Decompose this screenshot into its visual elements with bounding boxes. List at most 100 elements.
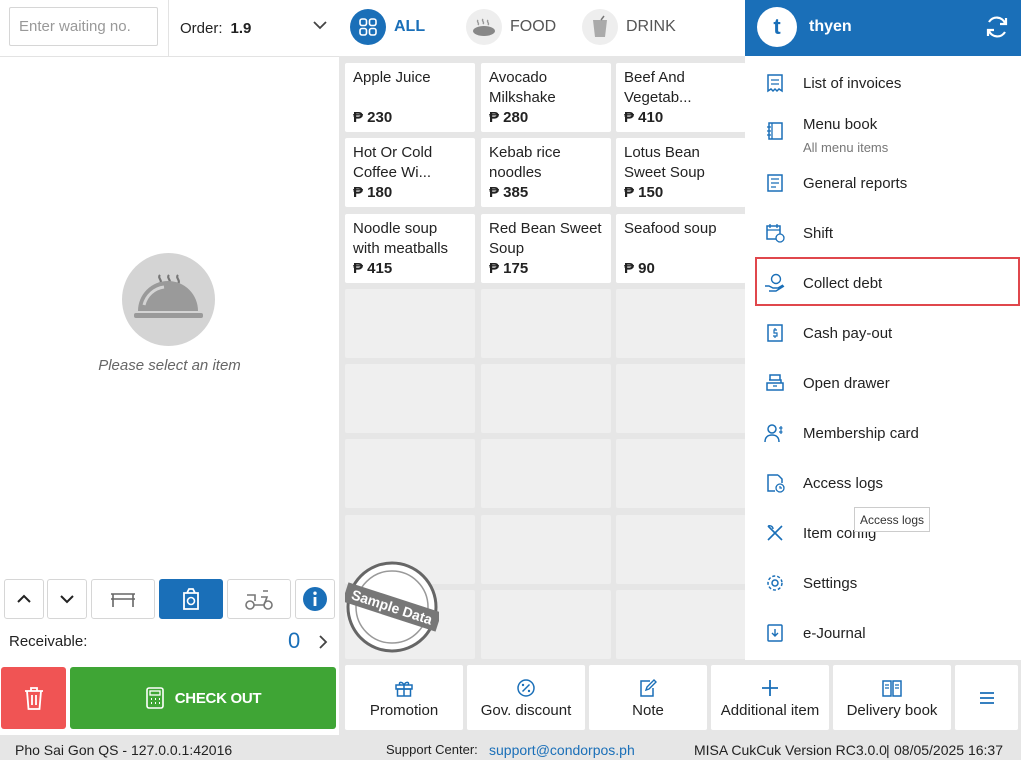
- menu-item-tile[interactable]: Avocado Milkshake ₱ 280: [481, 63, 611, 132]
- chevron-up-icon: [17, 594, 31, 603]
- more-menu-button[interactable]: [955, 665, 1018, 730]
- chevron-right-icon[interactable]: [316, 633, 330, 651]
- divider: [0, 56, 339, 57]
- checkout-button[interactable]: CHECK OUT: [70, 667, 336, 729]
- item-name: Noodle soup with meatballs: [353, 220, 449, 257]
- empty-item-slot: [616, 515, 746, 584]
- take-away-button[interactable]: [159, 579, 223, 619]
- item-name: Hot Or Cold Coffee Wi...: [353, 144, 433, 181]
- gov-discount-button[interactable]: Gov. discount: [467, 665, 585, 730]
- tooltip: Access logs: [854, 507, 931, 532]
- menu-item-tile[interactable]: Seafood soup ₱ 90: [616, 214, 746, 283]
- menu-item-tile[interactable]: Hot Or Cold Coffee Wi... ₱ 180: [345, 138, 475, 207]
- food-icon: [466, 9, 502, 45]
- note-button[interactable]: Note: [589, 665, 707, 730]
- menu-item-label: Cash pay-out: [803, 324, 893, 342]
- empty-item-slot: [345, 364, 475, 433]
- dish-cover-icon: [122, 253, 215, 346]
- utensils-icon: [764, 522, 786, 544]
- category-drink[interactable]: DRINK: [582, 9, 676, 45]
- store-info: Pho Sai Gon QS - 127.0.0.1:42016: [15, 742, 233, 758]
- menu-item-open-drawer[interactable]: Open drawer: [745, 372, 1021, 394]
- item-price: ₱ 175: [489, 259, 529, 277]
- calculator-icon: [145, 687, 164, 709]
- menu-item-shift[interactable]: Shift: [745, 222, 1021, 244]
- avatar[interactable]: t: [757, 7, 797, 47]
- menu-item-access-logs[interactable]: Access logs: [745, 472, 1021, 494]
- item-name: Lotus Bean Sweet Soup: [624, 144, 705, 181]
- order-number: 1.9: [230, 19, 252, 37]
- item-price: ₱ 90: [624, 259, 655, 277]
- scroll-down-button[interactable]: [47, 579, 87, 619]
- dine-in-button[interactable]: [91, 579, 155, 619]
- menu-item-menu-book[interactable]: Menu book All menu items: [745, 114, 1021, 158]
- order-selector[interactable]: Order: 1.9: [168, 0, 339, 56]
- menu-item-general-reports[interactable]: General reports: [745, 172, 1021, 194]
- trash-icon: [24, 687, 43, 710]
- item-name: Red Bean Sweet Soup: [489, 220, 602, 257]
- empty-item-slot: [481, 590, 611, 659]
- drink-icon: [582, 9, 618, 45]
- category-food[interactable]: FOOD: [466, 9, 556, 45]
- user-name: thyen: [809, 18, 852, 35]
- book-icon: [882, 679, 902, 697]
- version-info: MISA CukCuk Version RC3.0.0: [694, 742, 887, 758]
- status-bar: Pho Sai Gon QS - 127.0.0.1:42016 Support…: [0, 735, 1021, 760]
- menu-item-settings[interactable]: Settings: [745, 572, 1021, 594]
- support-label: Support Center:: [386, 742, 478, 757]
- item-price: ₱ 385: [489, 183, 529, 201]
- delete-order-button[interactable]: [1, 667, 66, 729]
- delivery-book-button[interactable]: Delivery book: [833, 665, 951, 730]
- journal-icon: [764, 622, 786, 644]
- empty-item-slot: [481, 289, 611, 358]
- info-icon: [303, 587, 327, 611]
- menu-item-tile[interactable]: Noodle soup with meatballs ₱ 415: [345, 214, 475, 283]
- category-label: DRINK: [626, 18, 676, 35]
- empty-item-slot: [481, 364, 611, 433]
- drawer-icon: [764, 372, 786, 394]
- member-icon: [764, 422, 786, 444]
- item-price: ₱ 410: [624, 108, 664, 126]
- menu-item-label: General reports: [803, 174, 908, 192]
- item-price: ₱ 180: [353, 183, 393, 201]
- scroll-up-button[interactable]: [4, 579, 44, 619]
- menu-item-tile[interactable]: Red Bean Sweet Soup ₱ 175: [481, 214, 611, 283]
- chevron-down-icon: [313, 21, 327, 30]
- menu-item-label: Settings: [803, 574, 858, 592]
- menu-item-invoices[interactable]: List of invoices: [745, 72, 1021, 94]
- gov-discount-label: Gov. discount: [480, 701, 572, 719]
- item-name: Apple Juice: [353, 69, 431, 86]
- additional-item-button[interactable]: Additional item: [711, 665, 829, 730]
- plus-icon: [762, 679, 778, 696]
- item-price: ₱ 280: [489, 108, 529, 126]
- empty-item-slot: [616, 364, 746, 433]
- refresh-icon[interactable]: [984, 14, 1010, 40]
- menu-item-label: List of invoices: [803, 74, 902, 92]
- menu-item-tile[interactable]: Kebab rice noodles ₱ 385: [481, 138, 611, 207]
- waiting-number-input[interactable]: [9, 7, 158, 46]
- highlight-box: [755, 257, 1020, 306]
- menu-item-label: e-Journal: [803, 624, 866, 642]
- menu-item-tile[interactable]: Apple Juice ₱ 230: [345, 63, 475, 132]
- grid-icon: [350, 9, 386, 45]
- menu-item-label: Menu book: [803, 116, 878, 133]
- gift-icon: [395, 681, 413, 697]
- support-email-link[interactable]: support@condorpos.ph: [489, 742, 635, 758]
- receivable-label: Receivable:: [9, 633, 88, 650]
- promotion-button[interactable]: Promotion: [345, 665, 463, 730]
- category-all[interactable]: ALL: [350, 9, 425, 45]
- datetime: 08/05/2025 16:37: [894, 742, 1003, 758]
- menu-item-tile[interactable]: Beef And Vegetab... ₱ 410: [616, 63, 746, 132]
- category-bar: ALL FOOD DRINK: [339, 0, 745, 56]
- log-icon: [764, 472, 786, 494]
- menu-item-sublabel: All menu items: [803, 140, 889, 155]
- info-button[interactable]: [295, 579, 335, 619]
- empty-item-slot: [616, 590, 746, 659]
- menu-item-e-journal[interactable]: e-Journal: [745, 622, 1021, 644]
- item-price: ₱ 230: [353, 108, 393, 126]
- menu-item-tile[interactable]: Lotus Bean Sweet Soup ₱ 150: [616, 138, 746, 207]
- order-label: Order:: [180, 19, 223, 37]
- menu-item-membership-card[interactable]: Membership card: [745, 422, 1021, 444]
- menu-item-cash-pay-out[interactable]: Cash pay-out: [745, 322, 1021, 344]
- delivery-button[interactable]: [227, 579, 291, 619]
